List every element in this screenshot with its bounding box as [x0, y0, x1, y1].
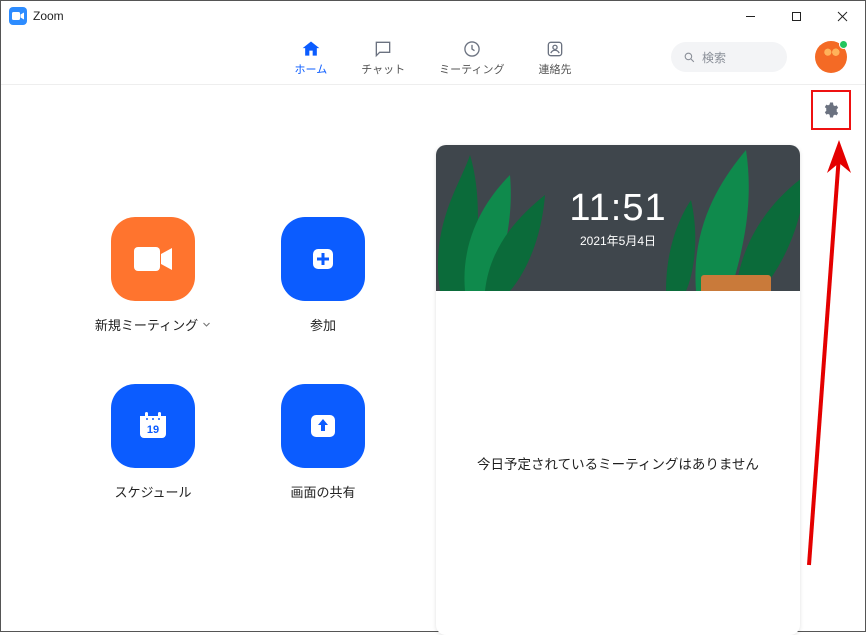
search-input[interactable]: 検索 — [671, 42, 787, 72]
tab-home[interactable]: ホーム — [295, 38, 328, 77]
hero-time: 11:51 — [569, 187, 666, 230]
tile-label: スケジュール — [114, 482, 191, 501]
tab-label: 連絡先 — [538, 61, 571, 77]
titlebar: Zoom — [1, 1, 865, 31]
tab-chat[interactable]: チャット — [361, 38, 405, 77]
calendar-day: 19 — [147, 424, 159, 436]
clock-icon — [461, 38, 483, 60]
plant-decor-icon — [436, 145, 550, 291]
chevron-down-icon — [202, 320, 211, 329]
settings-button[interactable] — [815, 95, 845, 125]
tile-label: 参加 — [310, 315, 336, 334]
window-maximize-button[interactable] — [773, 1, 819, 31]
join-button[interactable] — [281, 217, 365, 301]
window-minimize-button[interactable] — [727, 1, 773, 31]
tab-label: ミーティング — [439, 61, 504, 77]
app-icon — [9, 7, 27, 25]
search-placeholder: 検索 — [702, 49, 726, 66]
gear-icon — [821, 101, 839, 119]
hero-date: 2021年5月4日 — [580, 232, 656, 249]
action-tiles: 新規ミーティング 参加 19 スケジュール — [73, 217, 403, 501]
tab-meetings[interactable]: ミーティング — [439, 38, 504, 77]
status-online-icon — [839, 40, 848, 49]
share-screen-button[interactable] — [281, 384, 365, 468]
content: 新規ミーティング 参加 19 スケジュール — [1, 85, 865, 631]
tab-label: チャット — [361, 61, 405, 77]
tile-label: 画面の共有 — [290, 482, 355, 501]
window-close-button[interactable] — [819, 1, 865, 31]
avatar[interactable] — [815, 41, 847, 73]
schedule-button[interactable]: 19 — [111, 384, 195, 468]
panel-body: 今日予定されているミーティングはありません — [436, 291, 800, 635]
tile-label: 新規ミーティング — [95, 315, 198, 334]
tab-contacts[interactable]: 連絡先 — [538, 38, 571, 77]
no-meetings-message: 今日予定されているミーティングはありません — [477, 453, 759, 473]
home-icon — [300, 38, 322, 60]
app-title: Zoom — [33, 9, 64, 23]
contacts-icon — [544, 38, 566, 60]
tabbar: ホーム チャット ミーティング 連絡先 検索 — [1, 31, 865, 85]
hero-banner: 11:51 2021年5月4日 — [436, 145, 800, 291]
chat-icon — [372, 38, 394, 60]
new-meeting-label-row[interactable]: 新規ミーティング — [95, 315, 211, 334]
plant-decor-icon — [666, 145, 800, 291]
tab-label: ホーム — [295, 61, 328, 77]
today-panel: 11:51 2021年5月4日 今日予定されているミーティングはありません — [436, 145, 800, 635]
new-meeting-button[interactable] — [111, 217, 195, 301]
search-icon — [683, 51, 696, 64]
